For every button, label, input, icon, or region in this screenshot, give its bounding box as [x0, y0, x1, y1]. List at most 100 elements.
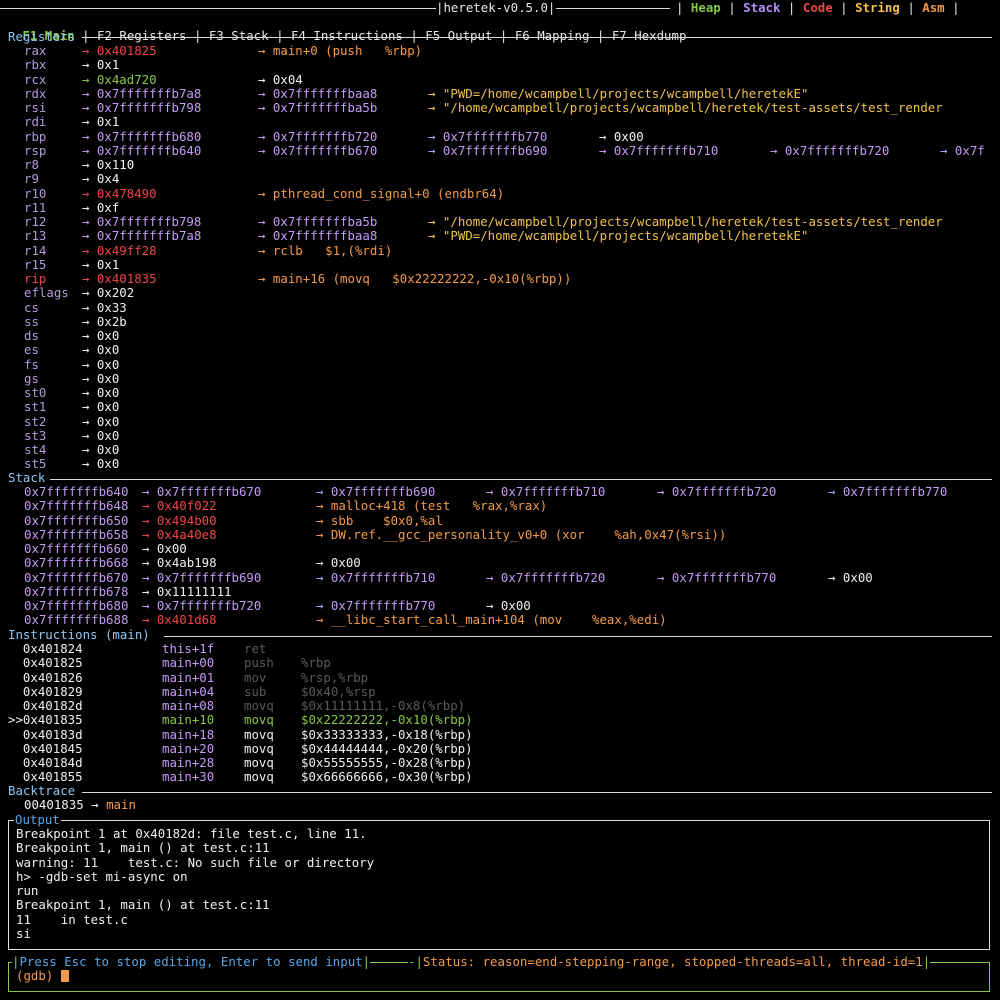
registers-rule	[82, 37, 992, 38]
tab-hexdump[interactable]: F7 Hexdump	[612, 28, 687, 43]
instruction-operands: %rbp	[301, 655, 331, 671]
register-value-r12: → 0x7fffffffba5b	[258, 214, 378, 229]
register-name-rsi: rsi	[24, 100, 47, 115]
register-value-st0: → 0x0	[82, 385, 120, 400]
stack-value: → 0x00	[486, 598, 531, 613]
register-value-cs: → 0x33	[82, 299, 127, 315]
tab-registers[interactable]: F2 Registers	[97, 28, 187, 43]
stack-value: → 0x11111111	[142, 583, 232, 599]
register-name-r8: r8	[24, 157, 39, 172]
instruction-symbol: main+18	[162, 726, 215, 742]
register-value-r10: → 0x478490	[82, 185, 157, 201]
instruction-symbol: main+00	[162, 655, 215, 671]
gdb-prompt: (gdb)	[16, 968, 61, 983]
stack-address: 0x7fffffffb678	[24, 583, 129, 599]
register-value-rdx: → "PWD=/home/wcampbell/projects/wcampbel…	[428, 85, 809, 101]
instruction-opcode: movq	[244, 726, 274, 742]
stack-address: 0x7fffffffb640	[24, 484, 129, 499]
stack-value: → 0x7fffffffb720	[657, 484, 777, 499]
register-name-ds: ds	[24, 328, 39, 343]
instruction-symbol: this+1f	[162, 641, 215, 656]
output-line: Breakpoint 1, main () at test.c:11	[16, 897, 270, 913]
header-rule-left	[0, 8, 436, 9]
stack-value: → 0x7fffffffb770	[657, 569, 777, 585]
input-hint: Press Esc to stop editing, Enter to send…	[19, 954, 363, 969]
backtrace-fn: main	[106, 797, 136, 812]
instruction-operands: $0x55555555,-0x28(%rbp)	[301, 755, 473, 770]
output-line: si	[16, 925, 31, 941]
register-value-rbp: → 0x7fffffffb770	[428, 128, 548, 144]
register-name-rbp: rbp	[24, 128, 47, 144]
register-name-eflags: eflags	[24, 285, 69, 301]
register-value-rbp: → 0x7fffffffb720	[258, 128, 378, 144]
register-name-r14: r14	[24, 242, 47, 258]
register-value-r13: → 0x7fffffffbaa8	[258, 228, 378, 244]
instruction-opcode: ret	[244, 641, 267, 656]
stack-value: → 0x7fffffffb690	[142, 569, 262, 585]
instruction-address: 0x401825	[8, 655, 83, 671]
register-value-rdx: → 0x7fffffffb7a8	[82, 85, 202, 101]
register-value-rip: → 0x401835	[82, 271, 157, 286]
tab-stack[interactable]: F3 Stack	[209, 28, 269, 43]
stack-address: 0x7fffffffb650	[24, 512, 129, 528]
register-name-st3: st3	[24, 427, 47, 443]
register-value-st4: → 0x0	[82, 442, 120, 457]
instruction-address: 0x40184d	[8, 755, 83, 770]
output-line: Breakpoint 1, main () at test.c:11	[16, 840, 270, 856]
register-value-eflags: → 0x202	[82, 285, 135, 301]
backtrace-arrow: →	[91, 797, 99, 812]
instruction-symbol: main+01	[162, 669, 215, 685]
register-name-cs: cs	[24, 299, 39, 315]
stack-value: → 0x7fffffffb670	[142, 484, 262, 499]
stack-value: → 0x7fffffffb720	[142, 598, 262, 613]
legend-code: Code	[802, 0, 833, 15]
legend-heap: Heap	[690, 0, 721, 15]
register-value-rsi: → "/home/wcampbell/projects/wcampbell/he…	[428, 100, 943, 115]
tab-output[interactable]: F5 Output	[425, 28, 492, 43]
instruction-opcode: movq	[244, 769, 274, 785]
output-line: h> -gdb-set mi-async on	[16, 868, 188, 884]
header-rule-mid	[556, 8, 670, 9]
stack-rule	[50, 479, 992, 480]
tab-mapping[interactable]: F6 Mapping	[515, 28, 590, 43]
status-wrap: -|Status: reason=end-stepping-range, sto…	[408, 954, 931, 970]
output-line: 11 in test.c	[16, 911, 128, 927]
register-value-r12: → "/home/wcampbell/projects/wcampbell/he…	[428, 214, 943, 229]
stack-value: → 0x40f022	[142, 498, 217, 514]
register-value-rdx: → 0x7fffffffbaa8	[258, 85, 378, 101]
output-line: run	[16, 883, 39, 898]
register-value-st5: → 0x0	[82, 456, 120, 472]
instruction-symbol: main+20	[162, 740, 215, 756]
stack-value: → 0x00	[828, 569, 873, 585]
gdb-input-line[interactable]: (gdb)	[16, 968, 69, 983]
register-name-st4: st4	[24, 442, 47, 457]
register-name-fs: fs	[24, 356, 39, 372]
instruction-opcode: sub	[244, 683, 267, 699]
text-cursor	[60, 970, 69, 982]
stack-address: 0x7fffffffb648	[24, 498, 129, 514]
register-name-r10: r10	[24, 185, 47, 201]
instruction-symbol: main+08	[162, 698, 215, 713]
stack-value: → 0x494b00	[142, 512, 217, 528]
stack-value: → 0x401d68	[142, 612, 217, 628]
register-name-r9: r9	[24, 171, 39, 187]
stack-value: → __libc_start_call_main+104 (mov %eax,%…	[316, 612, 667, 628]
register-name-gs: gs	[24, 370, 39, 386]
tab-instructions[interactable]: F4 Instructions	[291, 28, 403, 43]
backtrace-rule	[82, 792, 992, 793]
stack-value: → 0x7fffffffb710	[316, 569, 436, 585]
register-name-rcx: rcx	[24, 71, 47, 87]
register-name-r15: r15	[24, 256, 47, 272]
register-name-rip: rip	[24, 271, 47, 286]
register-name-st1: st1	[24, 399, 47, 415]
register-value-rsp: → 0x7f	[940, 142, 985, 158]
legend-asm: Asm	[922, 0, 945, 15]
register-value-rbx: → 0x1	[82, 57, 120, 73]
register-name-ss: ss	[24, 313, 39, 329]
backtrace-entry[interactable]: 00401835 → main	[24, 797, 136, 812]
stack-value: → DW.ref.__gcc_personality_v0+0 (xor %ah…	[316, 526, 727, 542]
register-name-st2: st2	[24, 413, 47, 429]
stack-value: → 0x7fffffffb770	[316, 598, 436, 613]
instruction-operands: $0x40,%rsp	[301, 683, 376, 699]
register-value-gs: → 0x0	[82, 370, 120, 386]
